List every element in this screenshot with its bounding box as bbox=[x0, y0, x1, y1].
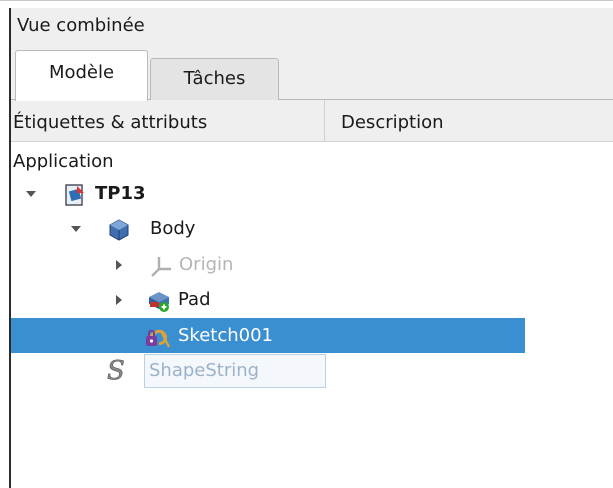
expand-arrow-right-icon[interactable] bbox=[112, 293, 126, 307]
tree-root-application[interactable]: Application bbox=[11, 144, 525, 179]
expand-arrow-down-icon[interactable] bbox=[69, 222, 83, 236]
document-icon bbox=[64, 183, 86, 206]
tree-item-body[interactable]: Body bbox=[11, 211, 525, 246]
tree-item-label: TP13 bbox=[95, 183, 146, 204]
shapestring-icon: S bbox=[105, 356, 135, 387]
tree-header: Étiquettes & attributs Description bbox=[11, 100, 613, 142]
tree-root-label: Application bbox=[13, 151, 114, 172]
tree-item-tp13[interactable]: TP13 bbox=[11, 176, 525, 211]
sketch-icon bbox=[145, 325, 171, 348]
dock-title: Vue combinée bbox=[11, 8, 613, 44]
tree-item-sketch001[interactable]: Sketch001 bbox=[11, 318, 525, 353]
body-icon bbox=[108, 218, 130, 241]
column-header-labels[interactable]: Étiquettes & attributs bbox=[11, 100, 325, 142]
tree-panel: Étiquettes & attributs Description Appli… bbox=[11, 100, 613, 488]
shapestring-rename-input[interactable]: ShapeString bbox=[144, 354, 326, 388]
svg-text:S: S bbox=[107, 357, 125, 383]
origin-axes-icon bbox=[150, 254, 172, 277]
tab-bar: Modèle Tâches bbox=[11, 44, 613, 101]
pad-icon bbox=[147, 289, 169, 312]
tree-item-origin[interactable]: Origin bbox=[11, 247, 525, 282]
tree-item-label: Origin bbox=[179, 254, 234, 275]
tree-item-pad[interactable]: Pad bbox=[11, 282, 525, 317]
tree-item-label: Sketch001 bbox=[178, 325, 274, 346]
column-header-description[interactable]: Description bbox=[325, 100, 525, 142]
tree-item-label: Pad bbox=[178, 289, 211, 310]
expand-arrow-down-icon[interactable] bbox=[24, 187, 38, 201]
tab-taches[interactable]: Tâches bbox=[150, 58, 279, 100]
tree-item-label: Body bbox=[150, 218, 196, 239]
expand-arrow-right-icon[interactable] bbox=[112, 258, 126, 272]
tab-modele[interactable]: Modèle bbox=[15, 50, 148, 101]
